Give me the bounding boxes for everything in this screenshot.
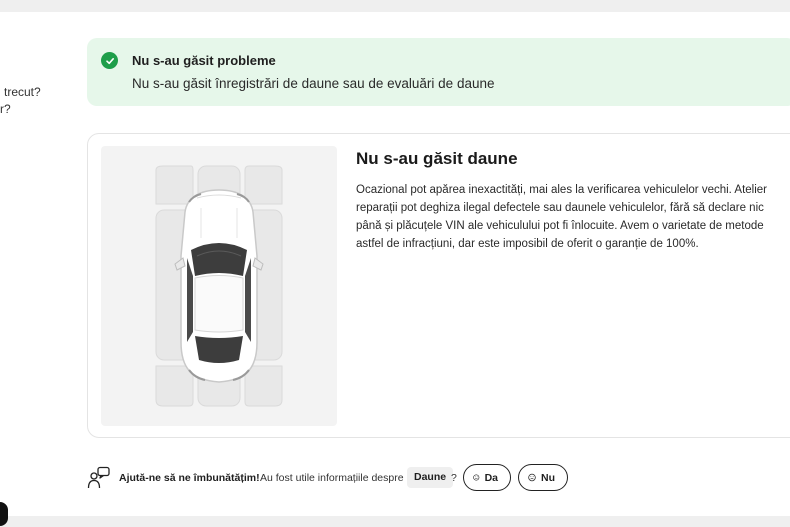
feedback-bar: Ajută-ne să ne îmbunătățim! Au fost util… (87, 464, 787, 492)
bottom-band (0, 516, 790, 527)
card-description-line: Ocazional pot apărea inexactități, mai a… (356, 184, 768, 196)
zone-front-left (155, 165, 194, 205)
smile-icon (473, 474, 480, 481)
feedback-topic-chip: Daune (407, 467, 454, 488)
car-diagram (101, 146, 337, 426)
card-description-line: reparații pot deghiza ilegal defectele s… (356, 202, 764, 214)
zone-rear-left (155, 365, 194, 407)
feedback-yes-label: Da (484, 471, 498, 484)
alert-text: Nu s-au găsit înregistrări de daune sau … (132, 76, 495, 91)
feedback-question: Au fost utile informațiile despre (260, 472, 404, 484)
left-partial-line: n trecut? (0, 85, 41, 99)
feedback-person-icon (87, 466, 110, 489)
feedback-no-button[interactable]: Nu (518, 464, 568, 491)
no-problems-alert: Nu s-au găsit probleme Nu s-au găsit înr… (87, 38, 790, 106)
feedback-question-mark: ? (451, 472, 457, 484)
card-description-line: până și plăcuțele VIN ale vehiculului po… (356, 220, 764, 232)
left-partial-line: r? (0, 102, 11, 116)
zone-front-right (244, 165, 283, 205)
card-description-line: astfel de infracțiuni, dar este imposibi… (356, 238, 699, 250)
card-title: Nu s-au găsit daune (356, 149, 518, 168)
feedback-yes-button[interactable]: Da (463, 464, 511, 491)
damage-result-card: Nu s-au găsit daune Ocazional pot apărea… (87, 133, 790, 438)
alert-title: Nu s-au găsit probleme (132, 53, 276, 68)
left-partial-text: n trecut? r? (0, 84, 41, 118)
check-circle-icon (101, 52, 118, 69)
feedback-no-label: Nu (541, 471, 555, 484)
feedback-heading: Ajută-ne să ne îmbunătățim! (119, 472, 260, 484)
frown-icon (528, 473, 536, 482)
car-top-view-icon (155, 165, 283, 407)
zone-rear-right (244, 365, 283, 407)
card-description: Ocazional pot apărea inexactități, mai a… (356, 181, 790, 253)
top-band (0, 0, 790, 12)
